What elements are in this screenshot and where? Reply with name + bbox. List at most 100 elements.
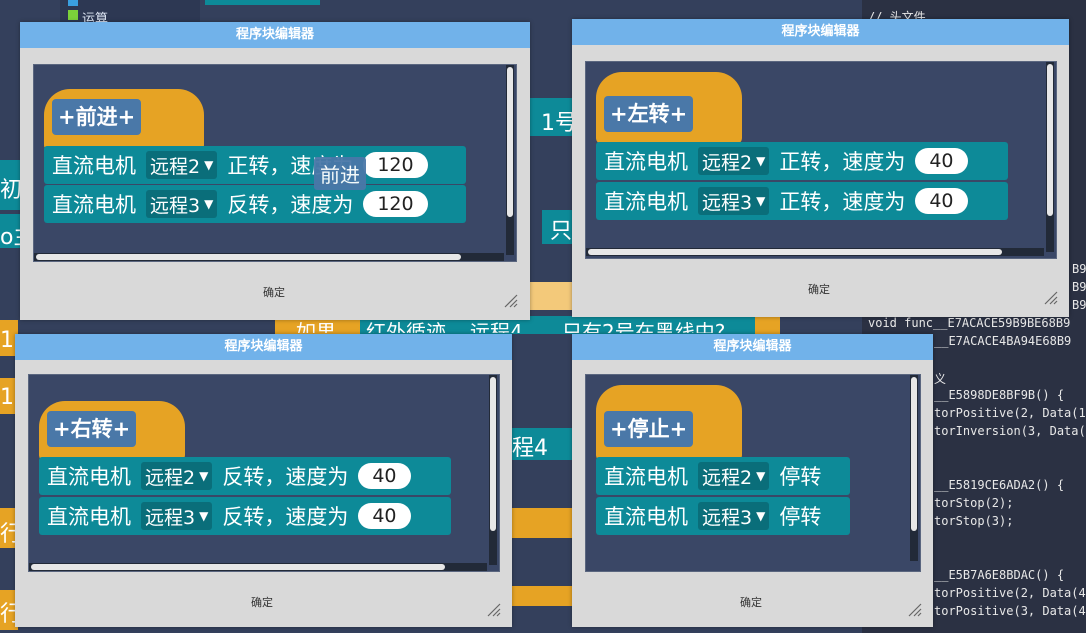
plus-icon: + (53, 417, 71, 441)
action-label: 正转，速度为 (779, 190, 906, 214)
dropdown-arrow-icon: ▼ (199, 469, 209, 483)
block-canvas[interactable]: +右转+ 直流电机 远程2 ▼ 反转，速度为 40 直流电机 远程3 ▼ 反转，速度… (28, 374, 500, 572)
dropdown-arrow-icon: ▼ (756, 509, 766, 523)
horizontal-scrollbar[interactable] (36, 254, 461, 260)
motor-block[interactable]: 直流电机 远程2 ▼ 正转，速度为 40 (596, 142, 1008, 180)
bg-port-label: 远程4 (470, 320, 523, 333)
action-label: 反转，速度为 (222, 505, 349, 529)
code-line: torStop(2); (934, 496, 1014, 510)
dropdown-arrow-icon: ▼ (204, 158, 214, 172)
code-line: 义 (934, 372, 947, 386)
motor-block[interactable]: 直流电机 远程2 ▼ 正转，速度为 120 (44, 146, 466, 184)
resize-grip-icon[interactable] (904, 599, 922, 617)
block-canvas[interactable]: +前进+ 直流电机 远程2 ▼ 正转，速度为 120 直流电机 远程3 ▼ 反转，速… (33, 64, 517, 262)
port-dropdown[interactable]: 远程3 ▼ (698, 187, 770, 215)
vertical-scrollbar[interactable] (911, 377, 917, 531)
motor-block[interactable]: 直流电机 远程3 ▼ 反转，速度为 120 (44, 185, 466, 223)
code-line: B9 (1072, 280, 1086, 294)
procedure-name-label[interactable]: +右转+ (47, 411, 137, 447)
plus-icon: + (669, 102, 688, 126)
dialog-title[interactable]: 程序块编辑器 (20, 22, 530, 48)
horizontal-scrollbar[interactable] (588, 249, 1002, 255)
speed-input[interactable]: 40 (915, 148, 968, 174)
bg-condition-label: 只有2号在黑线中? (562, 320, 726, 333)
speed-input[interactable]: 120 (363, 191, 428, 217)
bg-block-text: 只 (550, 219, 573, 244)
motor-block[interactable]: 直流电机 远程2 ▼ 反转，速度为 40 (39, 457, 451, 495)
vertical-scrollbar[interactable] (1047, 64, 1053, 216)
dialog-title[interactable]: 程序块编辑器 (15, 334, 512, 360)
vertical-scrollbar[interactable] (507, 67, 513, 217)
dropdown-arrow-icon: ▼ (756, 194, 766, 208)
plus-icon: + (117, 105, 136, 129)
bg-block-fragment (512, 508, 572, 538)
port-dropdown[interactable]: 远程3 ▼ (141, 502, 213, 530)
speed-input[interactable]: 40 (915, 188, 968, 214)
bg-if-label: 如果 (296, 320, 336, 333)
code-line: void func__E7ACACE59B9BE68B9 (868, 316, 1071, 330)
speed-input[interactable]: 120 (363, 152, 428, 178)
motor-block[interactable]: 直流电机 远程2 ▼ 停转 (596, 457, 850, 495)
port-dropdown[interactable]: 远程2 ▼ (146, 151, 218, 179)
block-editor-dialog-left[interactable]: 程序块编辑器 +左转+ 直流电机 远程2 ▼ 正转，速度为 40 直流电机 远程3… (572, 19, 1069, 317)
horizontal-scrollbar[interactable] (31, 564, 445, 570)
port-dropdown[interactable]: 远程2 ▼ (141, 462, 213, 490)
dialog-title[interactable]: 程序块编辑器 (572, 334, 933, 360)
code-line: torPositive(2, Data(120 (934, 406, 1086, 420)
procedure-name-label[interactable]: +左转+ (604, 96, 694, 132)
motor-label: 直流电机 (47, 505, 131, 529)
code-line: __E5898DE8BF9B() { (934, 388, 1065, 402)
resize-grip-icon[interactable] (483, 599, 501, 617)
motor-block[interactable]: 直流电机 远程3 ▼ 正转，速度为 40 (596, 182, 1008, 220)
ok-button[interactable]: 确定 (251, 594, 273, 610)
speed-input[interactable]: 40 (358, 463, 411, 489)
ok-button[interactable]: 确定 (808, 281, 830, 297)
block-editor-dialog-forward[interactable]: 程序块编辑器 +前进+ 直流电机 远程2 ▼ 正转，速度为 120 直流电机 远程… (20, 22, 530, 320)
motor-block[interactable]: 直流电机 远程3 ▼ 停转 (596, 497, 850, 535)
drag-tooltip: 前进 (314, 157, 366, 190)
procedure-name-label[interactable]: +前进+ (52, 99, 142, 135)
motor-label: 直流电机 (604, 505, 688, 529)
plus-icon: + (669, 417, 688, 441)
resize-grip-icon[interactable] (1040, 287, 1058, 305)
code-line: B9 (1072, 262, 1086, 276)
dialog-title[interactable]: 程序块编辑器 (572, 19, 1069, 45)
code-line: __E5B7A6E8BDAC() { (934, 568, 1065, 582)
action-label: 正转，速度为 (779, 150, 906, 174)
port-dropdown[interactable]: 远程3 ▼ (146, 190, 218, 218)
plus-icon: + (610, 102, 628, 126)
motor-label: 直流电机 (604, 190, 688, 214)
bg-block-fragment (512, 586, 572, 606)
dropdown-arrow-icon: ▼ (756, 154, 766, 168)
action-label: 反转，速度为 (222, 465, 349, 489)
code-line: __E7ACACE4BA94E68B9 (934, 334, 1072, 348)
motor-label: 直流电机 (52, 154, 136, 178)
code-line: torStop(3); (934, 514, 1014, 528)
block-canvas[interactable]: +停止+ 直流电机 远程2 ▼ 停转 直流电机 远程3 ▼ 停转 (585, 374, 921, 572)
port-dropdown[interactable]: 远程2 ▼ (698, 462, 770, 490)
plus-icon: + (58, 105, 76, 129)
action-label: 停转 (779, 505, 822, 529)
bg-sensor-label: 红外循迹 (366, 320, 446, 333)
bg-block-text: 初 (0, 178, 23, 203)
category-strip (60, 0, 200, 22)
block-editor-dialog-stop[interactable]: 程序块编辑器 +停止+ 直流电机 远程2 ▼ 停转 直流电机 远程3 ▼ 停转 确定 (572, 334, 933, 627)
port-dropdown[interactable]: 远程3 ▼ (698, 502, 770, 530)
dropdown-arrow-icon: ▼ (756, 469, 766, 483)
code-line: torPositive(2, Data(40)) (934, 586, 1086, 600)
category-color-green (68, 10, 78, 20)
action-label: 停转 (779, 465, 822, 489)
block-canvas[interactable]: +左转+ 直流电机 远程2 ▼ 正转，速度为 40 直流电机 远程3 ▼ 正转，速度… (585, 61, 1057, 259)
vertical-scrollbar[interactable] (490, 377, 496, 531)
procedure-name-label[interactable]: +停止+ (604, 411, 694, 447)
ok-button[interactable]: 确定 (263, 284, 285, 300)
dropdown-arrow-icon: ▼ (199, 509, 209, 523)
port-dropdown[interactable]: 远程2 ▼ (698, 147, 770, 175)
motor-block[interactable]: 直流电机 远程3 ▼ 反转，速度为 40 (39, 497, 451, 535)
block-editor-dialog-right[interactable]: 程序块编辑器 +右转+ 直流电机 远程2 ▼ 反转，速度为 40 直流电机 远程3… (15, 334, 512, 627)
code-line: torPositive(3, Data(40)) (934, 604, 1086, 618)
plus-icon: + (610, 417, 628, 441)
ok-button[interactable]: 确定 (740, 594, 762, 610)
speed-input[interactable]: 40 (358, 503, 411, 529)
resize-grip-icon[interactable] (500, 290, 518, 308)
